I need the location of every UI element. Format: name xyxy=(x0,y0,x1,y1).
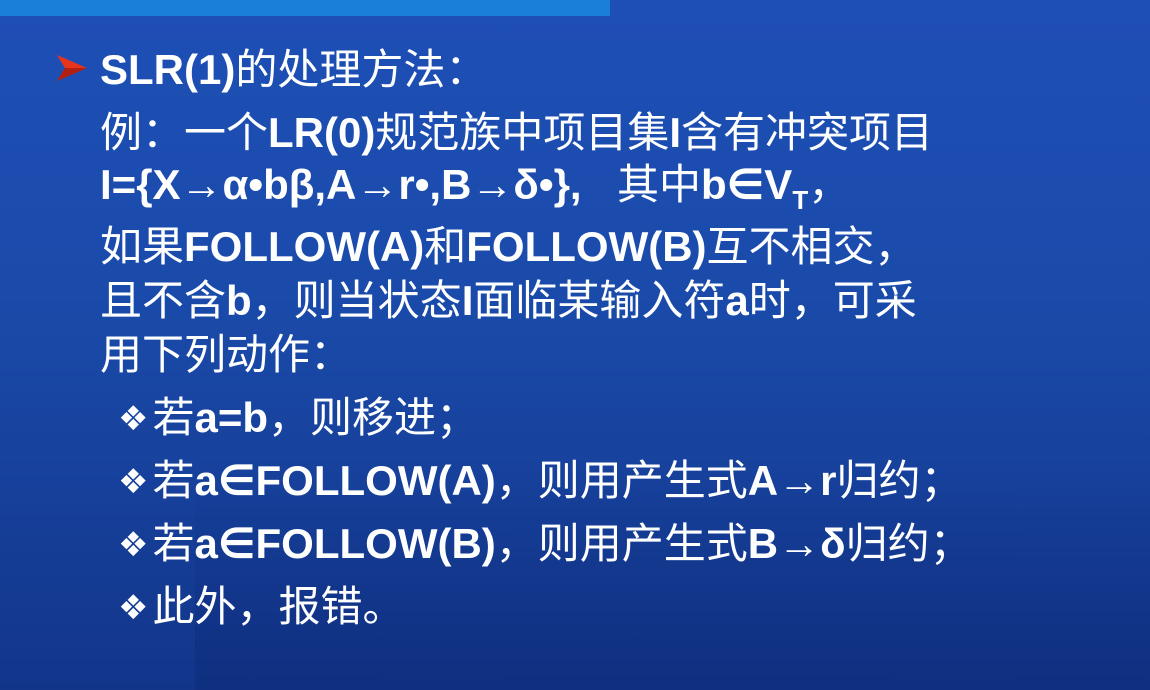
condition-text: 面临某输入符 xyxy=(473,276,726,325)
example-text: 其中 xyxy=(616,160,701,209)
example-text: 规范族中项目集 xyxy=(375,108,670,157)
condition-text: 且不含 xyxy=(100,276,227,325)
diamond-bullet-icon: ❖ xyxy=(118,462,149,502)
example-line-1: 例：一个LR(0)规范族中项目集I含有冲突项目 xyxy=(100,108,933,158)
action-text: ，则用产生式 xyxy=(495,519,748,568)
terminal-membership: b∈V xyxy=(700,161,793,208)
example-line-2: I={X→α•bβ,A→r•,B→δ•}, 其中b∈VT， xyxy=(100,160,851,213)
condition-text: 互不相交， xyxy=(706,222,917,271)
diamond-bullet-icon: ❖ xyxy=(118,588,149,628)
example-text: 例：一个 xyxy=(100,108,269,157)
heading: SLR(1)的处理方法： xyxy=(100,45,487,95)
action-text: 若 xyxy=(152,519,195,568)
condition-line-1: 如果FOLLOW(A)和FOLLOW(B)互不相交， xyxy=(100,222,917,272)
action-text: ，则用产生式 xyxy=(495,456,748,505)
condition-line-3: 用下列动作： xyxy=(100,330,352,380)
symbol-b: b xyxy=(226,277,252,324)
example-set-name: I xyxy=(669,109,682,156)
condition-line-2: 且不含b，则当状态I面临某输入符a时，可采 xyxy=(100,276,917,326)
diamond-bullet-icon: ❖ xyxy=(118,399,149,439)
follow-a: FOLLOW(A) xyxy=(184,223,425,270)
item-set-definition: I={X→α•bβ,A→r•,B→δ•}, xyxy=(100,161,582,208)
production-rule: B→δ xyxy=(747,520,846,567)
action-condition: a∈FOLLOW(A) xyxy=(194,457,496,504)
slide: SLR(1)的处理方法： 例：一个LR(0)规范族中项目集I含有冲突项目 I={… xyxy=(0,0,1150,690)
top-accent-bar xyxy=(0,0,610,16)
condition-text: 如果 xyxy=(100,222,185,271)
action-text: 此外，报错。 xyxy=(152,582,405,631)
symbol-a: a xyxy=(725,277,749,324)
heading-rest: 的处理方法： xyxy=(235,45,488,94)
example-text: ， xyxy=(808,160,851,209)
action-condition: a∈FOLLOW(B) xyxy=(194,520,496,567)
action-reduce-a: ❖若a∈FOLLOW(A)，则用产生式A→r归约； xyxy=(118,456,962,507)
heading-prefix: SLR(1) xyxy=(100,46,236,93)
condition-text: 和 xyxy=(424,222,467,271)
action-text: 若 xyxy=(152,393,195,442)
condition-text: ，则当状态 xyxy=(251,276,462,325)
diamond-bullet-icon: ❖ xyxy=(118,525,149,565)
action-text: 归约； xyxy=(845,519,972,568)
action-text: 归约； xyxy=(836,456,963,505)
action-reduce-b: ❖若a∈FOLLOW(B)，则用产生式B→δ归约； xyxy=(118,519,972,570)
condition-text: 时，可采 xyxy=(748,276,917,325)
condition-text: 用下列动作： xyxy=(100,330,353,379)
follow-b: FOLLOW(B) xyxy=(466,223,707,270)
action-text: ，则移进； xyxy=(268,393,479,442)
example-lr0: LR(0) xyxy=(268,109,376,156)
action-text: 若 xyxy=(152,456,195,505)
terminal-subscript: T xyxy=(792,185,809,215)
action-condition: a=b xyxy=(194,394,269,441)
arrow-bullet-icon xyxy=(57,55,87,81)
example-text: 含有冲突项目 xyxy=(681,108,934,157)
action-shift: ❖若a=b，则移进； xyxy=(118,393,478,444)
state-i: I xyxy=(461,277,474,324)
action-error: ❖此外，报错。 xyxy=(118,582,405,633)
production-rule: A→r xyxy=(747,457,837,504)
